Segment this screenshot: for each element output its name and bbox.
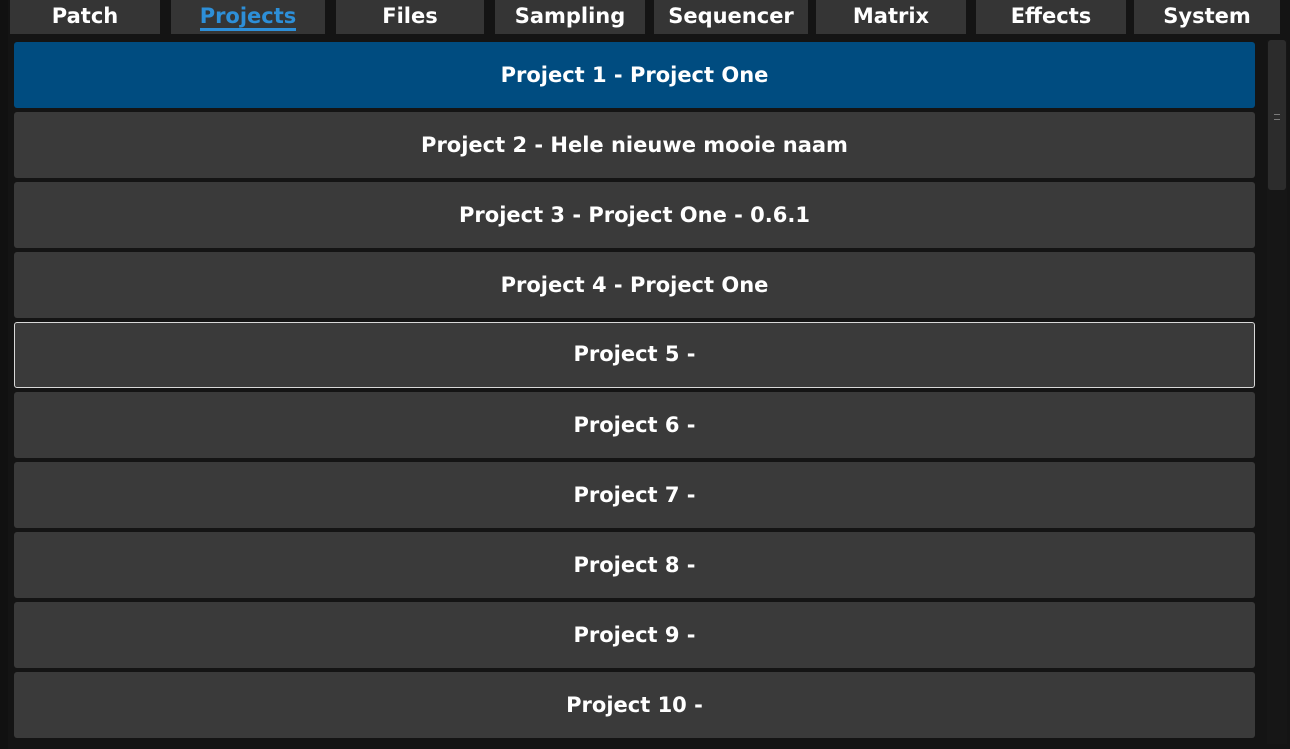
- tab-label: Projects: [199, 4, 297, 31]
- tab-projects[interactable]: Projects: [171, 0, 325, 34]
- project-row-8[interactable]: Project 8 -: [14, 532, 1255, 598]
- scrollbar-thumb[interactable]: [1268, 40, 1286, 190]
- tab-sequencer[interactable]: Sequencer: [654, 0, 808, 34]
- tab-label: System: [1163, 4, 1251, 28]
- tab-files[interactable]: Files: [336, 0, 484, 34]
- tab-patch[interactable]: Patch: [10, 0, 160, 34]
- tab-label: Effects: [1010, 4, 1092, 28]
- tab-effects[interactable]: Effects: [976, 0, 1126, 34]
- tab-label: Files: [382, 4, 438, 28]
- project-row-4[interactable]: Project 4 - Project One: [14, 252, 1255, 318]
- tab-sampling[interactable]: Sampling: [495, 0, 645, 34]
- projects-screen: Patch Projects Files Sampling Sequencer …: [8, 0, 1290, 749]
- tab-bar: Patch Projects Files Sampling Sequencer …: [10, 0, 1280, 36]
- project-row-7[interactable]: Project 7 -: [14, 462, 1255, 528]
- project-row-2[interactable]: Project 2 - Hele nieuwe mooie naam: [14, 112, 1255, 178]
- project-row-1[interactable]: Project 1 - Project One: [14, 42, 1255, 108]
- grip-lines-icon: [1274, 114, 1280, 120]
- project-row-10[interactable]: Project 10 -: [14, 672, 1255, 738]
- vertical-scrollbar[interactable]: [1267, 40, 1287, 744]
- project-row-6[interactable]: Project 6 -: [14, 392, 1255, 458]
- tab-label: Sequencer: [668, 4, 794, 28]
- tab-label: Patch: [51, 4, 119, 28]
- project-list: Project 1 - Project One Project 2 - Hele…: [14, 42, 1255, 742]
- tab-label: Matrix: [852, 4, 930, 28]
- tab-system[interactable]: System: [1134, 0, 1280, 34]
- project-row-9[interactable]: Project 9 -: [14, 602, 1255, 668]
- tab-matrix[interactable]: Matrix: [816, 0, 966, 34]
- project-row-5[interactable]: Project 5 -: [14, 322, 1255, 388]
- tab-label: Sampling: [514, 4, 626, 28]
- project-row-3[interactable]: Project 3 - Project One - 0.6.1: [14, 182, 1255, 248]
